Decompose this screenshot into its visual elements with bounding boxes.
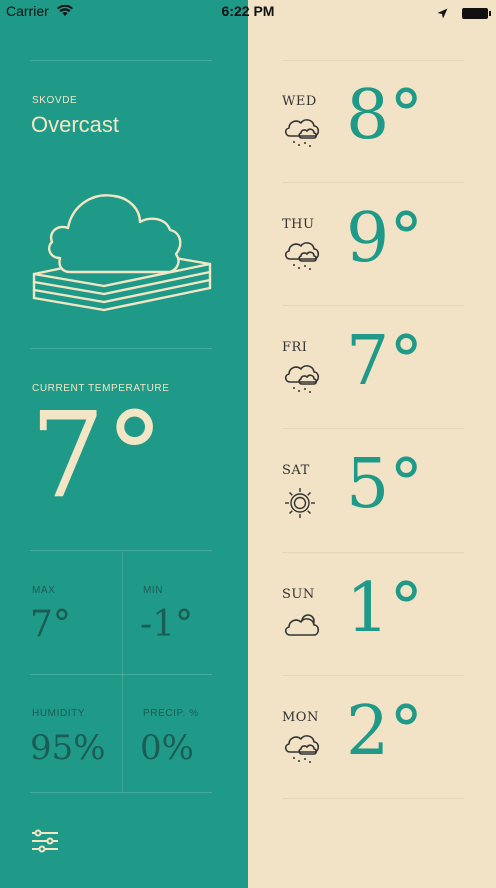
divider: [30, 792, 212, 793]
min-label: MIN: [143, 585, 164, 596]
forecast-temperature: 1°: [346, 569, 424, 648]
rain-cloud-icon: [284, 365, 320, 393]
battery-icon: [462, 7, 491, 19]
location-arrow-icon: [437, 8, 448, 19]
status-bar: Carrier 6:22 PM: [0, 0, 496, 24]
sun-icon: [285, 488, 315, 518]
forecast-row-sun[interactable]: SUN 1°: [282, 575, 482, 709]
forecast-row-mon[interactable]: MON 2°: [282, 698, 482, 832]
divider: [282, 60, 464, 61]
forecast-day: SAT: [282, 463, 310, 478]
forecast-temperature: 2°: [346, 692, 424, 771]
forecast-temperature: 9°: [346, 199, 424, 278]
forecast-temperature: 7°: [346, 322, 424, 401]
max-label: MAX: [32, 585, 56, 596]
city-label: SKOVDE: [32, 95, 78, 106]
divider: [282, 182, 464, 183]
forecast-day: MON: [282, 710, 319, 725]
divider: [30, 348, 212, 349]
forecast-day: WED: [282, 94, 317, 109]
forecast-row-fri[interactable]: FRI 7°: [282, 328, 482, 462]
max-temperature: 7°: [30, 604, 71, 645]
divider: [30, 674, 212, 675]
rain-cloud-icon: [284, 242, 320, 270]
divider: [282, 552, 464, 553]
overcast-layers-icon: [32, 194, 212, 312]
forecast-day: FRI: [282, 340, 308, 355]
divider: [282, 305, 464, 306]
precipitation-value: 0%: [140, 728, 194, 768]
min-temperature: -1°: [140, 604, 194, 645]
forecast-day: THU: [282, 217, 315, 232]
forecast-temperature: 5°: [346, 445, 424, 524]
divider: [30, 550, 212, 551]
humidity-label: HUMIDITY: [32, 708, 86, 719]
forecast-row-wed[interactable]: WED 8°: [282, 82, 482, 216]
divider: [282, 798, 464, 799]
rain-cloud-icon: [284, 119, 320, 147]
status-right-icons: [437, 4, 491, 20]
forecast-day: SUN: [282, 587, 315, 602]
divider: [30, 60, 212, 61]
current-temperature: 7°: [30, 386, 165, 524]
divider: [282, 675, 464, 676]
divider-vertical: [122, 552, 123, 792]
divider: [282, 428, 464, 429]
condition-label: Overcast: [31, 112, 120, 137]
humidity-value: 95%: [30, 728, 106, 768]
settings-menu-icon[interactable]: [30, 828, 60, 854]
forecast-temperature: 8°: [346, 76, 424, 155]
forecast-row-sat[interactable]: SAT 5°: [282, 451, 482, 585]
forecast-row-thu[interactable]: THU 9°: [282, 205, 482, 339]
rain-cloud-icon: [284, 735, 320, 763]
partly-cloudy-icon: [284, 614, 320, 636]
clock: 6:22 PM: [221, 3, 275, 19]
precipitation-label: PRECIP. %: [143, 708, 199, 719]
